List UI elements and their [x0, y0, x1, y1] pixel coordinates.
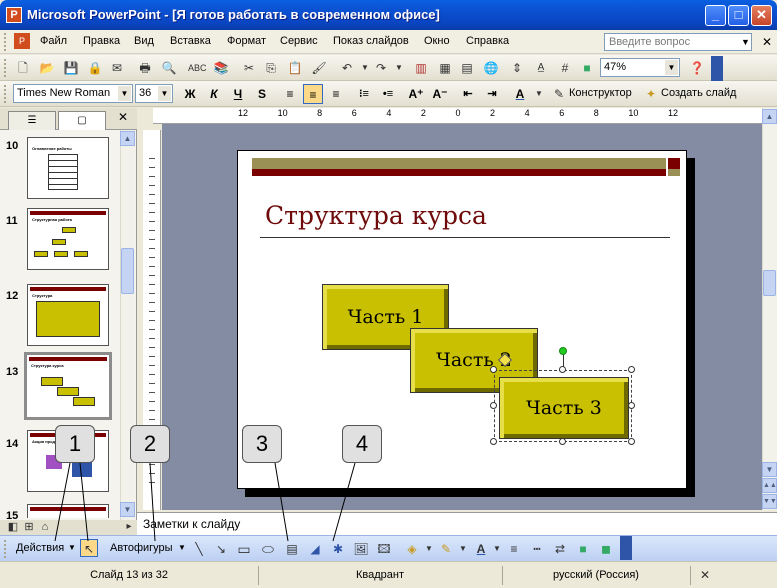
callout-lines: [54, 462, 356, 542]
callout-4-line: [332, 462, 356, 542]
callout-1-line: [79, 462, 89, 542]
callout-2-line: [149, 462, 156, 542]
callout-1-line: [54, 462, 71, 542]
callout-3-line: [274, 462, 289, 542]
